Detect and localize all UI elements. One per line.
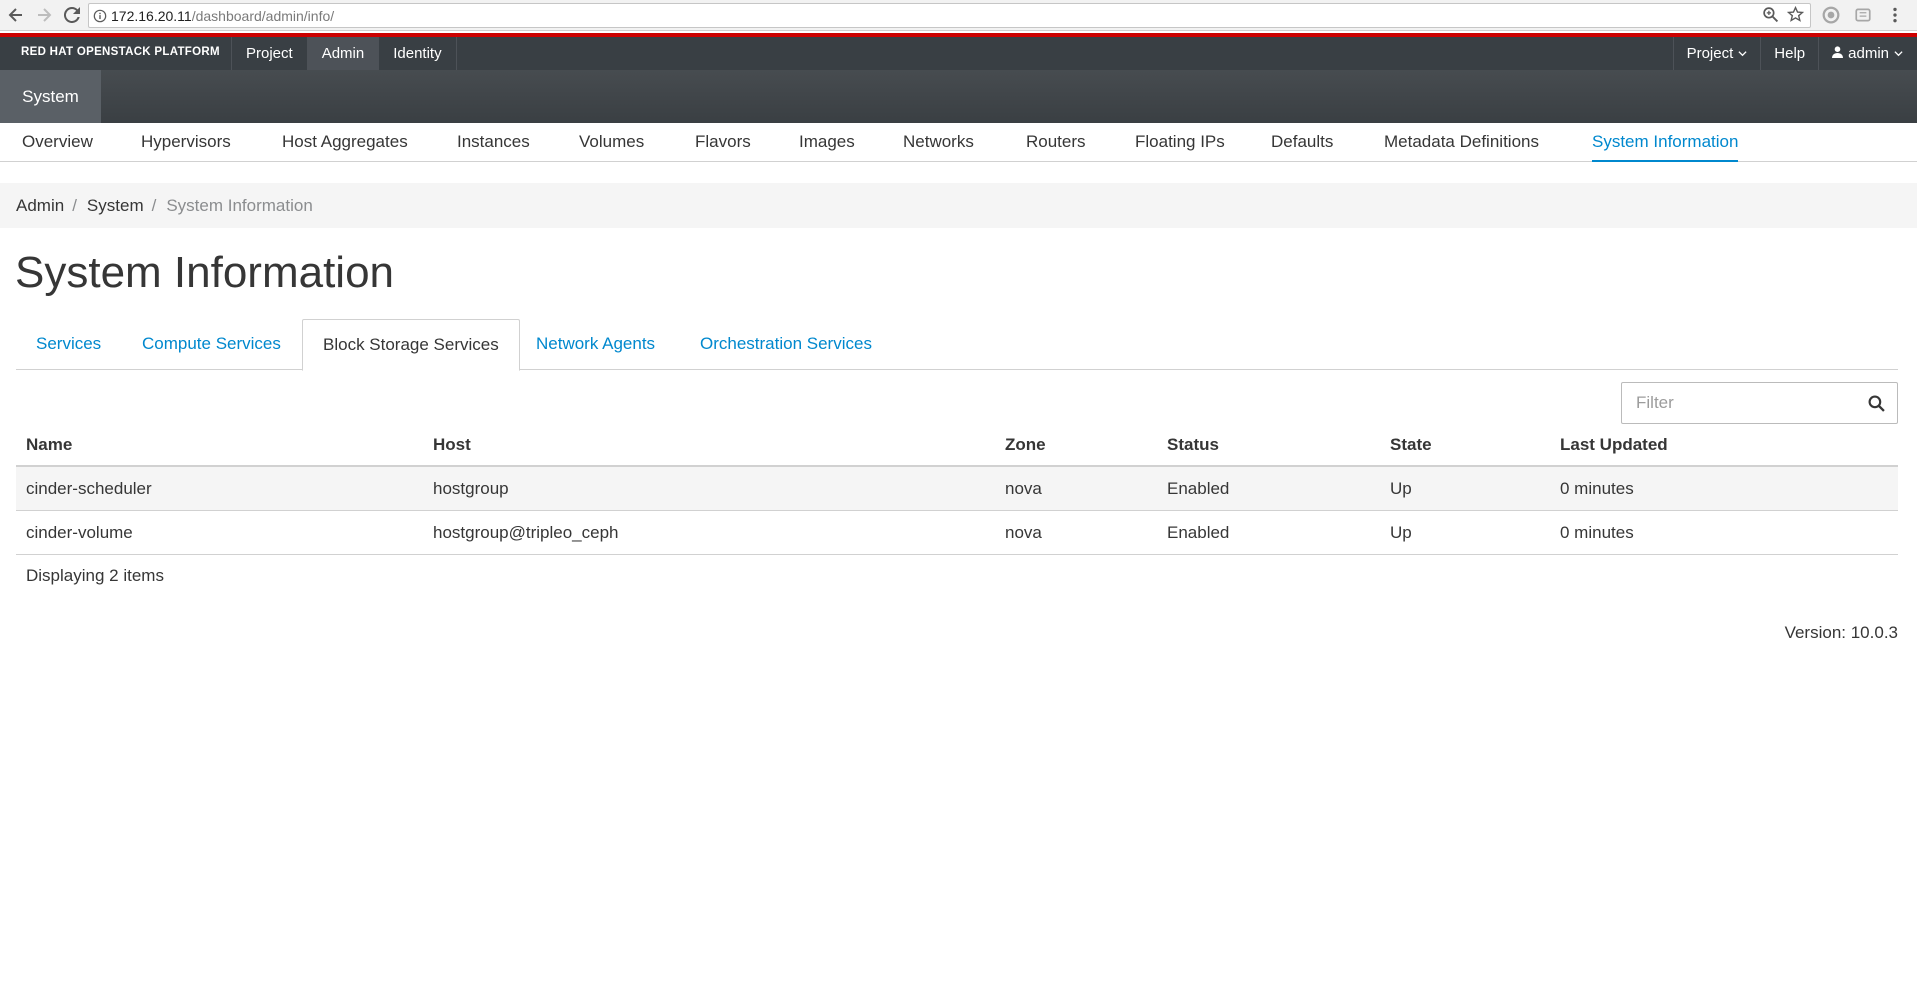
version-label: Version: 10.0.3 (1784, 623, 1898, 642)
col-state: State (1390, 435, 1432, 454)
subnav-images[interactable]: Images (799, 123, 855, 162)
subnav-flavors[interactable]: Flavors (695, 123, 751, 162)
breadcrumb-admin[interactable]: Admin (16, 196, 64, 216)
col-host: Host (433, 435, 471, 454)
cell-zone: nova (1005, 523, 1042, 542)
chevron-down-icon (1738, 45, 1747, 62)
col-last-updated: Last Updated (1560, 435, 1668, 454)
table-footer-count: Displaying 2 items (26, 566, 164, 585)
cell-last-updated: 0 minutes (1560, 523, 1634, 542)
top-nav-identity[interactable]: Identity (378, 37, 457, 70)
url-path: /dashboard/admin/info/ (191, 7, 335, 24)
subnav-hypervisors[interactable]: Hypervisors (141, 123, 231, 162)
page-title: System Information (15, 248, 395, 297)
tab-network-agents[interactable]: Network Agents (516, 319, 675, 370)
breadcrumb-current: System Information (166, 195, 313, 215)
cell-last-updated: 0 minutes (1560, 479, 1634, 498)
col-status: Status (1167, 435, 1219, 454)
top-nav-project[interactable]: Project (231, 37, 307, 70)
admin-subnav: Overview Hypervisors Host Aggregates Ins… (0, 123, 1917, 162)
top-nav-admin[interactable]: Admin (306, 37, 379, 70)
extension-box-icon[interactable] (1854, 6, 1872, 29)
cell-host: hostgroup (433, 479, 509, 498)
subnav-networks[interactable]: Networks (903, 123, 974, 162)
subnav-system-information[interactable]: System Information (1592, 123, 1739, 162)
breadcrumb: Admin / System / System Information (0, 183, 1917, 228)
cell-state: Up (1390, 479, 1412, 498)
breadcrumb-separator: / (151, 195, 157, 215)
top-navbar: RED HAT OPENSTACK PLATFORM Project Admin… (0, 37, 1917, 70)
breadcrumb-system[interactable]: System (87, 196, 144, 216)
chevron-down-icon (1894, 45, 1903, 62)
subnav-metadata-definitions[interactable]: Metadata Definitions (1384, 123, 1539, 162)
reload-icon[interactable] (60, 3, 84, 27)
cell-state: Up (1390, 523, 1412, 542)
forward-icon[interactable] (32, 3, 56, 27)
top-nav: Project Admin Identity (231, 37, 457, 70)
subnav-overview[interactable]: Overview (22, 123, 93, 162)
tab-orchestration-services[interactable]: Orchestration Services (680, 319, 892, 370)
bookmark-star-icon[interactable] (1786, 5, 1805, 28)
zoom-icon[interactable] (1762, 6, 1779, 28)
user-dropdown-label: admin (1848, 45, 1889, 62)
extension-circle-icon[interactable] (1822, 6, 1840, 29)
cell-status: Enabled (1167, 479, 1230, 498)
subnav-volumes[interactable]: Volumes (579, 123, 644, 162)
subnav-host-aggregates[interactable]: Host Aggregates (282, 123, 408, 162)
table-row: cinder-volume hostgroup@tripleo_ceph nov… (16, 511, 1898, 555)
subnav-defaults[interactable]: Defaults (1271, 123, 1333, 162)
table-row: cinder-scheduler hostgroup nova Enabled … (16, 467, 1898, 511)
user-dropdown[interactable]: admin (1818, 37, 1917, 70)
user-icon (1832, 45, 1844, 62)
col-zone: Zone (1005, 435, 1046, 454)
subnav-routers[interactable]: Routers (1026, 123, 1086, 162)
url-host: 172.16.20.11 (111, 7, 192, 24)
info-tabs: Services Compute Services Block Storage … (16, 319, 1898, 371)
brand-logo[interactable]: RED HAT OPENSTACK PLATFORM (21, 46, 220, 58)
top-right-menu: Project Help admin (1672, 37, 1917, 70)
subnav-instances[interactable]: Instances (457, 123, 530, 162)
cell-zone: nova (1005, 479, 1042, 498)
tab-compute-services[interactable]: Compute Services (122, 319, 301, 370)
cell-status: Enabled (1167, 523, 1230, 542)
breadcrumb-separator: / (72, 195, 77, 215)
filter-input[interactable] (1622, 383, 1852, 423)
cell-name: cinder-scheduler (26, 479, 152, 498)
tab-services[interactable]: Services (16, 319, 121, 370)
cell-name: cinder-volume (26, 523, 133, 542)
table-header: Name Host Zone Status State Last Updated (16, 424, 1898, 467)
filter-box (1621, 382, 1898, 424)
info-icon[interactable] (89, 5, 111, 27)
help-link[interactable]: Help (1760, 37, 1818, 70)
col-name: Name (26, 435, 73, 454)
subnav-floating-ips[interactable]: Floating IPs (1135, 123, 1225, 162)
block-storage-services-table: Name Host Zone Status State Last Updated… (16, 424, 1898, 597)
cell-host: hostgroup@tripleo_ceph (433, 523, 619, 542)
project-dropdown-label: Project (1686, 45, 1734, 62)
project-dropdown[interactable]: Project (1672, 37, 1761, 70)
address-bar[interactable]: 172.16.20.11/dashboard/admin/info/ (88, 3, 1811, 28)
search-icon (1868, 395, 1885, 412)
search-button[interactable] (1855, 383, 1897, 423)
back-icon[interactable] (4, 3, 28, 27)
section-tab-system[interactable]: System (0, 70, 101, 123)
tab-block-storage-services[interactable]: Block Storage Services (302, 319, 520, 371)
section-bar: System (0, 70, 1917, 123)
browser-menu-icon[interactable] (1886, 6, 1904, 29)
browser-toolbar: 172.16.20.11/dashboard/admin/info/ (0, 0, 1917, 31)
